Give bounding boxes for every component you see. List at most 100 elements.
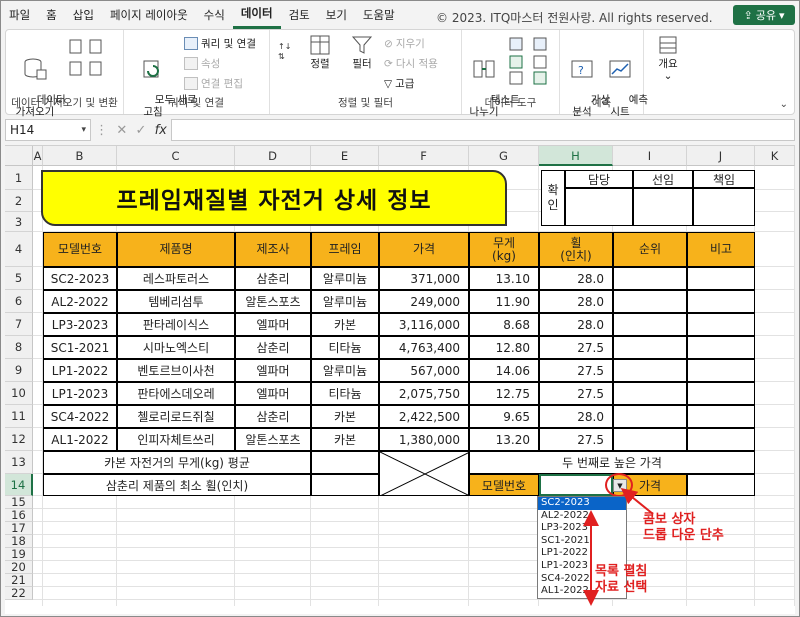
row-header-13[interactable]: 13	[5, 451, 33, 474]
name-box[interactable]: H14 ▾	[5, 119, 91, 141]
cell-model[interactable]: LP3-2023	[43, 313, 117, 336]
cell-rank[interactable]	[613, 290, 687, 313]
tab-file[interactable]: 파일	[1, 1, 38, 29]
fx-icon[interactable]: fx	[155, 123, 167, 138]
cell-price[interactable]: 1,380,000	[379, 428, 469, 451]
cell-product[interactable]: 첼로리로드쥐칠	[117, 405, 235, 428]
cell-wheel[interactable]: 28.0	[539, 267, 613, 290]
worksheet-grid[interactable]: A B C D E F G H I J K 1 2 3 4 5 6 7 8 9 10 11 12 13 14 15 16 17 18 19…	[5, 145, 795, 614]
row-header-2[interactable]: 2	[5, 190, 33, 212]
dropdown-option[interactable]: LP1-2022	[538, 547, 626, 560]
row-header-5[interactable]: 5	[5, 267, 33, 290]
cell-maker[interactable]: 알톤스포츠	[235, 428, 311, 451]
cell-frame[interactable]: 티타늄	[311, 336, 379, 359]
cell-price[interactable]: 3,116,000	[379, 313, 469, 336]
cell-rank[interactable]	[613, 359, 687, 382]
cell-rank[interactable]	[613, 405, 687, 428]
cell-model[interactable]: SC2-2023	[43, 267, 117, 290]
cell-note[interactable]	[687, 428, 755, 451]
row-header-7[interactable]: 7	[5, 313, 33, 336]
filter-button[interactable]: 필터	[344, 34, 380, 70]
cell-weight[interactable]: 11.90	[469, 290, 539, 313]
dropdown-option[interactable]: AL2-2022	[538, 510, 626, 523]
dropdown-option[interactable]: LP3-2023	[538, 522, 626, 535]
sort-az-button[interactable]: ↑↓ ⇅	[276, 40, 296, 64]
row-header-4[interactable]: 4	[5, 232, 33, 267]
cell-model[interactable]: SC4-2022	[43, 405, 117, 428]
cell-weight[interactable]: 13.10	[469, 267, 539, 290]
cell-wheel[interactable]: 28.0	[539, 313, 613, 336]
cell-note[interactable]	[687, 267, 755, 290]
cell-wheel[interactable]: 28.0	[539, 405, 613, 428]
reapply-button[interactable]: ⟳ 다시 적용	[384, 56, 438, 71]
tab-data[interactable]: 데이터	[232, 1, 281, 29]
cell-frame[interactable]: 티타늄	[311, 382, 379, 405]
tab-insert[interactable]: 삽입	[65, 1, 102, 29]
cell-product[interactable]: 템베리섬투	[117, 290, 235, 313]
row-header-9[interactable]: 9	[5, 359, 33, 382]
cell-frame[interactable]: 카본	[311, 313, 379, 336]
cell-maker[interactable]: 삼춘리	[235, 405, 311, 428]
cell-wheel[interactable]: 27.5	[539, 336, 613, 359]
share-button[interactable]: ⇪ 공유 ▾	[733, 5, 795, 25]
cancel-icon[interactable]: ✕	[116, 123, 127, 138]
cell-weight[interactable]: 8.68	[469, 313, 539, 336]
tab-help[interactable]: 도움말	[355, 1, 403, 29]
cell-price[interactable]: 249,000	[379, 290, 469, 313]
carbon-weight-avg-value[interactable]	[311, 451, 379, 474]
cell-frame[interactable]: 알루미늄	[311, 267, 379, 290]
cell-product[interactable]: 인피자체트쓰리	[117, 428, 235, 451]
cell-price[interactable]: 2,422,500	[379, 405, 469, 428]
cell-product[interactable]: 레스파토러스	[117, 267, 235, 290]
samchuly-min-wheel-value[interactable]	[311, 474, 379, 496]
cell-product[interactable]: 시마노엑스티	[117, 336, 235, 359]
dropdown-option[interactable]: SC1-2021	[538, 535, 626, 548]
row-header-14[interactable]: 14	[5, 474, 33, 496]
cell-weight[interactable]: 14.06	[469, 359, 539, 382]
cell-weight[interactable]: 12.75	[469, 382, 539, 405]
col-header-h[interactable]: H	[539, 146, 613, 166]
enter-icon[interactable]: ✓	[135, 123, 146, 138]
approval-sign-box[interactable]	[633, 188, 693, 226]
select-all-corner[interactable]	[5, 146, 33, 166]
row-header-12[interactable]: 12	[5, 428, 33, 451]
cell-maker[interactable]: 알톤스포츠	[235, 290, 311, 313]
properties-button[interactable]: 속성	[184, 56, 220, 71]
get-data-button[interactable]: 데이터 가져오기	[10, 34, 66, 130]
row-header-1[interactable]: 1	[5, 166, 33, 190]
cell-frame[interactable]: 알루미늄	[311, 290, 379, 313]
col-header-b[interactable]: B	[43, 146, 117, 166]
sort-button[interactable]: 정렬	[302, 34, 338, 70]
refresh-all-button[interactable]: 모두 새로 고침	[128, 34, 197, 130]
forecast-sheet-button[interactable]: 예측 시트	[602, 34, 648, 130]
what-if-button[interactable]: ? 가상 분석	[564, 34, 610, 130]
outline-button[interactable]: 개요 ⌄	[650, 34, 686, 82]
cell-product[interactable]: 벤토르브이사천	[117, 359, 235, 382]
cell-wheel[interactable]: 28.0	[539, 290, 613, 313]
col-header-f[interactable]: F	[379, 146, 469, 166]
row-header-3[interactable]: 3	[5, 212, 33, 232]
cell-weight[interactable]: 13.20	[469, 428, 539, 451]
cell-price[interactable]: 2,075,750	[379, 382, 469, 405]
price-value-cell[interactable]	[687, 474, 755, 496]
cell-price[interactable]: 4,763,400	[379, 336, 469, 359]
cell-maker[interactable]: 삼춘리	[235, 336, 311, 359]
queries-connections-button[interactable]: 쿼리 및 연결	[184, 36, 256, 51]
cell-price[interactable]: 371,000	[379, 267, 469, 290]
cell-model[interactable]: SC1-2021	[43, 336, 117, 359]
cell-model[interactable]: AL1-2022	[43, 428, 117, 451]
collapse-ribbon-icon[interactable]: ⌄	[780, 99, 788, 110]
col-header-j[interactable]: J	[687, 146, 755, 166]
dropdown-option[interactable]: SC2-2023	[538, 497, 626, 510]
col-header-g[interactable]: G	[469, 146, 539, 166]
approval-sign-box[interactable]	[693, 188, 755, 226]
cell-rank[interactable]	[613, 382, 687, 405]
cell-note[interactable]	[687, 405, 755, 428]
row-header-11[interactable]: 11	[5, 405, 33, 428]
col-header-a[interactable]: A	[33, 146, 43, 166]
cell-rank[interactable]	[613, 428, 687, 451]
cell-model[interactable]: LP1-2023	[43, 382, 117, 405]
cell-note[interactable]	[687, 290, 755, 313]
row-header-22[interactable]: 22	[5, 586, 33, 600]
cell-product[interactable]: 판타레이식스	[117, 313, 235, 336]
